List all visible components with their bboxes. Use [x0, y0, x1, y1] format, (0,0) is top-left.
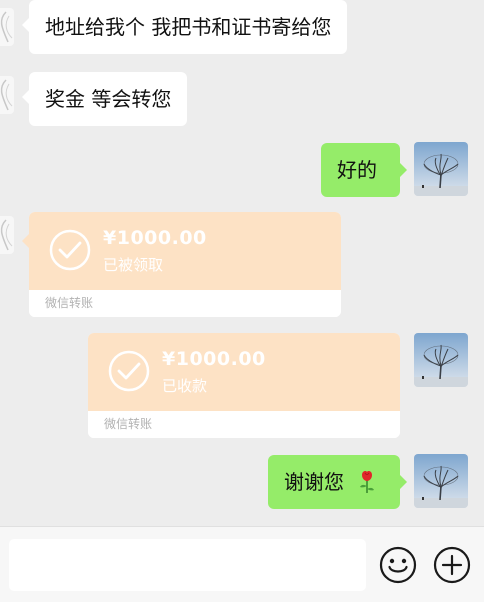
transfer-amount: ¥1000.00 [103, 227, 207, 249]
chat-message-list[interactable]: 地址给我个 我把书和证书寄给您 奖金 等会转您 好的 ¥1000.00 已被领取… [0, 0, 484, 526]
message-bubble[interactable]: 谢谢您 [268, 455, 407, 509]
transfer-card[interactable]: ¥1000.00 已被领取 微信转账 [22, 212, 341, 317]
transfer-source: 微信转账 [104, 417, 153, 431]
contact-avatar[interactable] [0, 216, 14, 254]
smiley-icon[interactable] [379, 546, 417, 584]
check-circle-icon [108, 350, 150, 392]
transfer-source: 微信转账 [45, 296, 94, 310]
bubble-tail [22, 90, 29, 104]
transfer-card-header: ¥1000.00 已收款 [88, 333, 400, 411]
message-bubble[interactable]: 好的 [321, 143, 407, 197]
bubble-tail [22, 18, 29, 32]
contact-avatar[interactable] [0, 8, 14, 46]
message-text: 奖金 等会转您 [45, 87, 172, 111]
transfer-card-footer: 微信转账 [29, 290, 341, 317]
transfer-amount: ¥1000.00 [162, 348, 266, 370]
rose-emoji [360, 471, 374, 493]
bubble-tail [400, 163, 407, 177]
message-text: 地址给我个 我把书和证书寄给您 [45, 15, 332, 39]
message-bubble[interactable]: 地址给我个 我把书和证书寄给您 [22, 0, 348, 54]
plus-icon[interactable] [433, 546, 471, 584]
self-avatar[interactable] [414, 333, 468, 387]
transfer-status: 已被领取 [103, 256, 164, 274]
bubble-tail [400, 475, 407, 489]
transfer-card-footer: 微信转账 [88, 411, 400, 438]
bubble-tail [22, 234, 29, 248]
message-text: 谢谢您 [284, 470, 344, 494]
check-circle-icon [49, 229, 91, 271]
self-avatar[interactable] [414, 454, 468, 508]
transfer-card-header: ¥1000.00 已被领取 [29, 212, 341, 290]
message-bubble[interactable]: 奖金 等会转您 [22, 72, 188, 126]
self-avatar[interactable] [414, 142, 468, 196]
message-text: 好的 [337, 158, 377, 182]
contact-avatar[interactable] [0, 76, 14, 114]
transfer-status: 已收款 [162, 377, 208, 395]
transfer-card[interactable]: ¥1000.00 已收款 微信转账 [88, 333, 400, 438]
input-bar [0, 526, 484, 602]
message-input[interactable] [9, 539, 366, 591]
